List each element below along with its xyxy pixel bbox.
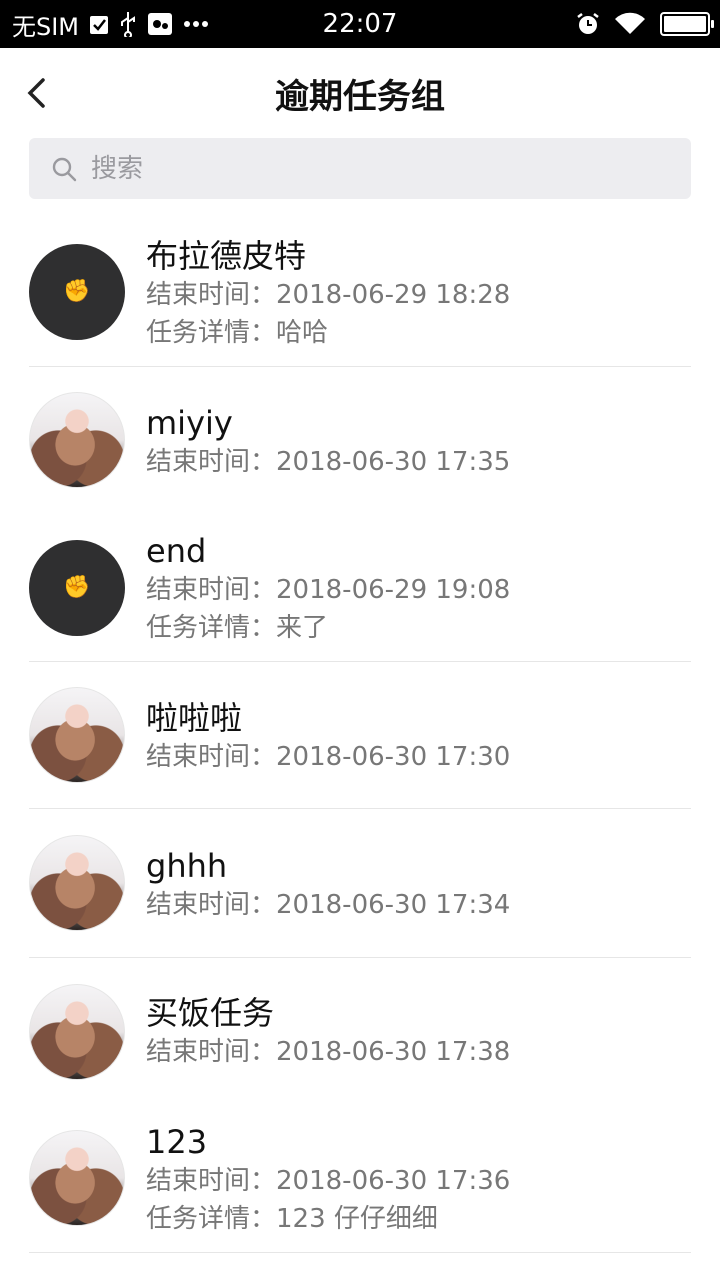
task-name: miyiy (146, 404, 233, 442)
end-label: 结束时间： (146, 890, 277, 920)
avatar (29, 835, 125, 931)
list-item[interactable]: 123 结束时间：2018-06-30 17:36 任务详情：123 仔仔细细 (0, 1105, 720, 1253)
end-label: 结束时间： (146, 742, 277, 772)
task-name: end (146, 532, 207, 570)
list-item[interactable]: 啦啦啦 结束时间：2018-06-30 17:30 (0, 662, 720, 809)
end-time: 2018-06-30 17:38 (276, 1037, 511, 1067)
fist-icon: ✊ (63, 279, 91, 304)
back-button[interactable] (16, 70, 56, 116)
task-detail: 哈哈 (276, 318, 329, 348)
task-name: ghhh (146, 847, 228, 885)
avatar: ✊ (29, 540, 125, 636)
end-time: 2018-06-30 17:30 (276, 742, 511, 772)
status-bar: 无SIM 22:07 (0, 0, 720, 48)
task-detail: 123 仔仔细细 (276, 1204, 438, 1234)
battery-icon (660, 12, 714, 36)
nav-bar: 逾期任务组 (0, 48, 720, 138)
avatar: ✊ (29, 244, 125, 340)
task-name: 买饭任务 (146, 994, 275, 1032)
task-list: ✊ 布拉德皮特 结束时间：2018-06-29 18:28 任务详情：哈哈 mi… (0, 218, 720, 1253)
list-item[interactable]: ghhh 结束时间：2018-06-30 17:34 (0, 809, 720, 958)
task-name: 布拉德皮特 (146, 237, 307, 275)
detail-label: 任务详情： (146, 1204, 277, 1234)
search-icon (51, 156, 77, 182)
end-label: 结束时间： (146, 1037, 277, 1067)
end-time: 2018-06-30 17:36 (276, 1166, 511, 1196)
detail-label: 任务详情： (146, 613, 277, 643)
divider (29, 1252, 691, 1253)
end-label: 结束时间： (146, 575, 277, 605)
task-name: 啦啦啦 (146, 699, 243, 737)
page-title: 逾期任务组 (275, 76, 445, 117)
avatar (29, 984, 125, 1080)
list-item[interactable]: ✊ end 结束时间：2018-06-29 19:08 任务详情：来了 (0, 514, 720, 662)
end-label: 结束时间： (146, 280, 277, 310)
task-name: 123 (146, 1123, 208, 1161)
alarm-icon (576, 12, 600, 36)
end-time: 2018-06-30 17:34 (276, 890, 511, 920)
search-input[interactable] (91, 153, 651, 184)
list-item[interactable]: ✊ 布拉德皮特 结束时间：2018-06-29 18:28 任务详情：哈哈 (0, 218, 720, 367)
fist-icon: ✊ (63, 575, 91, 600)
end-time: 2018-06-30 17:35 (276, 447, 511, 477)
task-detail: 来了 (276, 613, 329, 643)
avatar (29, 1130, 125, 1226)
end-label: 结束时间： (146, 447, 277, 477)
status-bar-right (576, 0, 714, 48)
list-item[interactable]: miyiy 结束时间：2018-06-30 17:35 (0, 367, 720, 514)
chevron-left-icon (27, 78, 45, 108)
avatar (29, 392, 125, 488)
end-time: 2018-06-29 19:08 (276, 575, 511, 605)
end-label: 结束时间： (146, 1166, 277, 1196)
search-bar[interactable] (29, 138, 691, 199)
avatar (29, 687, 125, 783)
detail-label: 任务详情： (146, 318, 277, 348)
end-time: 2018-06-29 18:28 (276, 280, 511, 310)
wifi-icon (614, 12, 646, 36)
list-item[interactable]: 买饭任务 结束时间：2018-06-30 17:38 (0, 958, 720, 1105)
